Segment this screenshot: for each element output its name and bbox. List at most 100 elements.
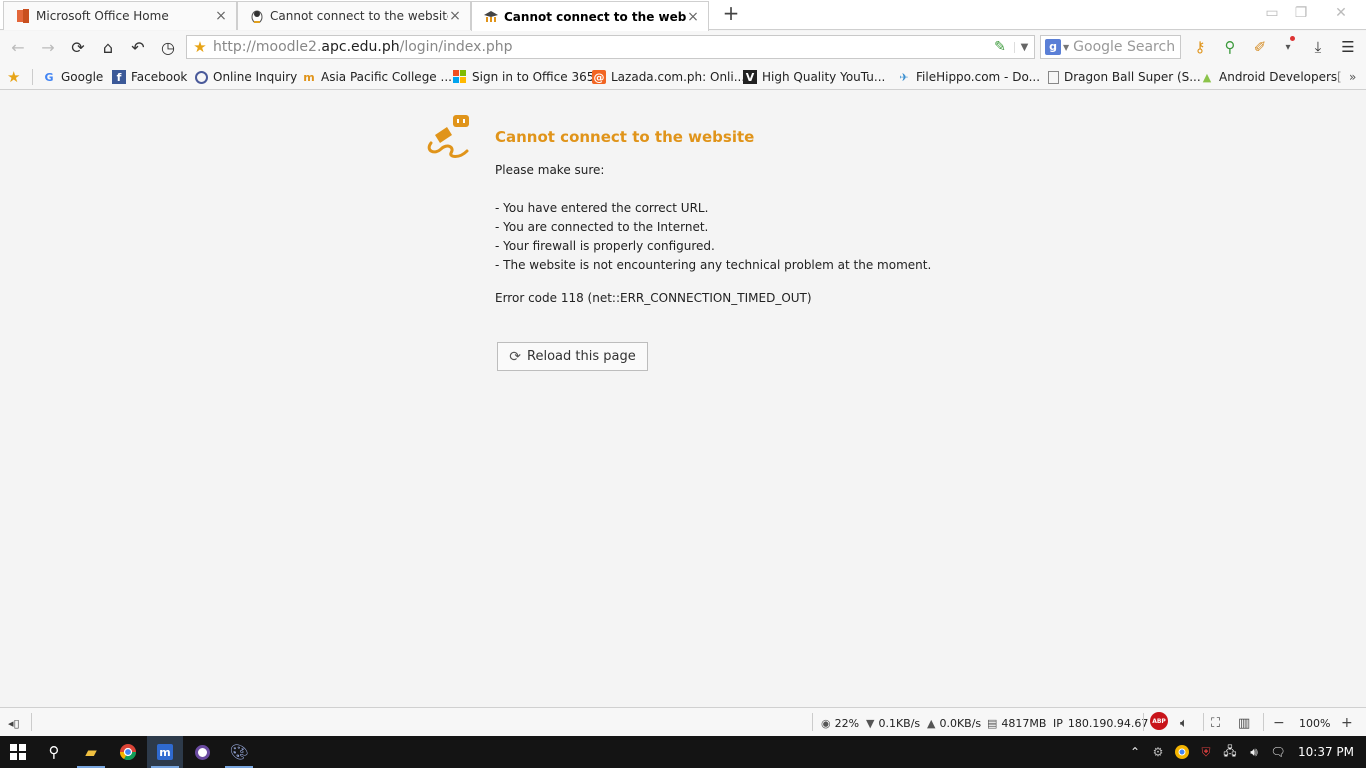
menu-dropdown-icon[interactable]: ▾ bbox=[1277, 36, 1299, 58]
hamburger-menu-icon[interactable]: ☰ bbox=[1337, 36, 1359, 58]
ip-address: IP 180.190.94.67 bbox=[1053, 716, 1149, 730]
chevron-down-icon[interactable]: ▼ bbox=[1063, 43, 1069, 52]
download-icon[interactable]: ⤓ bbox=[1307, 36, 1329, 58]
bookmark-lazada[interactable]: @ Lazada.com.ph: Onli... bbox=[592, 68, 745, 86]
globe-icon bbox=[195, 70, 208, 84]
divider bbox=[1203, 713, 1204, 731]
close-icon[interactable]: × bbox=[448, 8, 462, 24]
maxthon-icon[interactable]: m bbox=[147, 736, 183, 768]
zoom-level[interactable]: 100% bbox=[1299, 715, 1330, 731]
bookmark-online-inquiry[interactable]: Online Inquiry bbox=[195, 68, 297, 86]
speaker-icon[interactable]: 🔊︎ bbox=[1246, 744, 1262, 760]
v-icon: V bbox=[743, 70, 757, 84]
action-center-icon[interactable]: 🗨︎ bbox=[1270, 744, 1286, 760]
tile-view-icon[interactable]: ▥ bbox=[1238, 715, 1250, 731]
bookmark-star-icon[interactable]: ★ bbox=[187, 38, 213, 56]
key-icon[interactable]: ⚷ bbox=[1189, 36, 1211, 58]
volume-icon[interactable]: 🔈︎ bbox=[1180, 715, 1188, 731]
google-search-icon: g bbox=[1045, 39, 1061, 55]
steam-icon[interactable]: ⚙ bbox=[1150, 744, 1166, 760]
list-item: - You are connected to the Internet. bbox=[495, 220, 709, 234]
zoom-out-icon[interactable]: − bbox=[1273, 715, 1285, 731]
error-intro: Please make sure: bbox=[495, 163, 605, 177]
tux-icon bbox=[250, 9, 264, 23]
refresh-icon: ⟳ bbox=[509, 348, 522, 365]
file-explorer-icon[interactable]: ▰ bbox=[73, 736, 109, 768]
sidebar-toggle-icon[interactable]: ◂▯ bbox=[8, 715, 20, 731]
search-input[interactable]: Google Search bbox=[1073, 39, 1175, 55]
tab-cannot-connect-1[interactable]: Cannot connect to the website × bbox=[237, 1, 471, 30]
search-box[interactable]: g ▼ Google Search bbox=[1040, 35, 1181, 59]
chrome-tray-icon[interactable] bbox=[1174, 744, 1190, 760]
close-icon[interactable]: × bbox=[686, 9, 700, 25]
divider bbox=[1263, 713, 1264, 731]
close-icon[interactable]: × bbox=[214, 8, 228, 24]
divider bbox=[31, 713, 32, 731]
history-icon[interactable]: ◷ bbox=[157, 36, 179, 58]
disconnected-plug-icon bbox=[425, 113, 475, 163]
chevron-right-icon[interactable]: » bbox=[1349, 68, 1356, 86]
cpu-usage: ◉ 22% bbox=[821, 716, 860, 730]
moodle-icon: m bbox=[303, 70, 315, 84]
taskbar: ⚲ ▰ m 🎨︎ ⌃ ⚙ ⛨ 🖧︎ 🔊︎ 🗨︎ 10:37 PM bbox=[0, 736, 1366, 768]
paint-icon[interactable]: 🎨︎ bbox=[221, 736, 257, 768]
reload-page-button[interactable]: ⟳ Reload this page bbox=[497, 342, 648, 371]
windows-start-icon[interactable] bbox=[0, 736, 36, 768]
reload-icon[interactable]: ⟳ bbox=[67, 36, 89, 58]
home-icon[interactable]: ⌂ bbox=[97, 36, 119, 58]
url-text[interactable]: http://moodle2.apc.edu.ph/login/index.ph… bbox=[213, 39, 986, 55]
adblock-plus-icon[interactable]: ABP bbox=[1150, 712, 1168, 730]
filehippo-icon: ✈ bbox=[899, 70, 909, 84]
undo-close-icon[interactable]: ↶ bbox=[127, 36, 149, 58]
zoom-in-icon[interactable]: + bbox=[1341, 715, 1353, 731]
navigation-bar: ← → ⟳ ⌂ ↶ ◷ ★ http://moodle2.apc.edu.ph/… bbox=[0, 31, 1366, 63]
divider bbox=[1143, 713, 1144, 731]
back-arrow-icon[interactable]: ← bbox=[7, 36, 29, 58]
new-tab-button[interactable]: + bbox=[720, 3, 742, 25]
bookmark-asia-pacific-college[interactable]: m Asia Pacific College ... bbox=[302, 68, 452, 86]
fullscreen-icon[interactable]: ⛶ bbox=[1211, 715, 1220, 731]
restore-icon[interactable]: ❐ bbox=[1288, 2, 1314, 24]
network-icon[interactable]: 🖧︎ bbox=[1222, 744, 1238, 760]
checklist: - You have entered the correct URL. - Yo… bbox=[495, 201, 931, 277]
page-content: Cannot connect to the website Please mak… bbox=[0, 91, 1366, 707]
compat-mode-icon[interactable]: ✎ bbox=[986, 39, 1014, 55]
bookmark-filehippo[interactable]: ✈ FileHippo.com - Do... bbox=[897, 68, 1040, 86]
address-bar[interactable]: ★ http://moodle2.apc.edu.ph/login/index.… bbox=[186, 35, 1035, 59]
upload-speed: ▲ 0.0KB/s bbox=[927, 716, 982, 730]
tab-microsoft-office[interactable]: Microsoft Office Home × bbox=[3, 1, 237, 30]
office-icon bbox=[16, 9, 30, 23]
minimize-icon[interactable]: ▭ bbox=[1259, 2, 1285, 24]
bookmarks-bar: ★ G Google f Facebook Online Inquiry m Asia… bbox=[0, 63, 1366, 90]
bookmarks-star-icon[interactable]: ★ bbox=[7, 68, 20, 86]
bookmark-facebook[interactable]: f Facebook bbox=[112, 68, 187, 86]
list-item: - Your firewall is properly configured. bbox=[495, 239, 715, 253]
memory-usage: ▤ 4817MB bbox=[987, 716, 1047, 730]
bookmark-office-365[interactable]: Sign in to Office 365 bbox=[453, 68, 594, 86]
tab-cannot-connect-active[interactable]: Cannot connect to the website × bbox=[471, 1, 709, 31]
bookmark-partial[interactable]: [ bbox=[1337, 68, 1342, 86]
search-icon[interactable]: ⚲ bbox=[36, 736, 72, 768]
shield-icon[interactable]: ⛨ bbox=[1198, 744, 1214, 760]
bookmark-google[interactable]: G Google bbox=[42, 68, 103, 86]
search-refresh-icon[interactable]: ⚲ bbox=[1219, 36, 1241, 58]
close-window-icon[interactable]: ✕ bbox=[1328, 2, 1354, 24]
google-icon: G bbox=[44, 70, 54, 84]
tab-title: Cannot connect to the website bbox=[270, 9, 448, 23]
chrome-icon[interactable] bbox=[110, 736, 146, 768]
lazada-icon: @ bbox=[592, 70, 606, 84]
bookmark-dragon-ball-super[interactable]: Dragon Ball Super (S... bbox=[1048, 68, 1201, 86]
error-title: Cannot connect to the website bbox=[495, 128, 755, 146]
divider bbox=[32, 69, 33, 85]
list-item: - You have entered the correct URL. bbox=[495, 201, 709, 215]
brush-icon[interactable]: ✐ bbox=[1249, 36, 1271, 58]
forward-arrow-icon[interactable]: → bbox=[37, 36, 59, 58]
tab-title: Microsoft Office Home bbox=[36, 9, 169, 23]
app-purple-icon[interactable] bbox=[184, 736, 220, 768]
facebook-icon: f bbox=[112, 70, 126, 84]
clock[interactable]: 10:37 PM bbox=[1298, 745, 1354, 759]
bookmark-high-quality-youtube[interactable]: V High Quality YouTu... bbox=[743, 68, 885, 86]
bookmark-android-developers[interactable]: ▲ Android Developers bbox=[1200, 68, 1337, 86]
tray-expand-icon[interactable]: ⌃ bbox=[1128, 744, 1142, 760]
chevron-down-icon[interactable]: ▼ bbox=[1014, 41, 1034, 53]
